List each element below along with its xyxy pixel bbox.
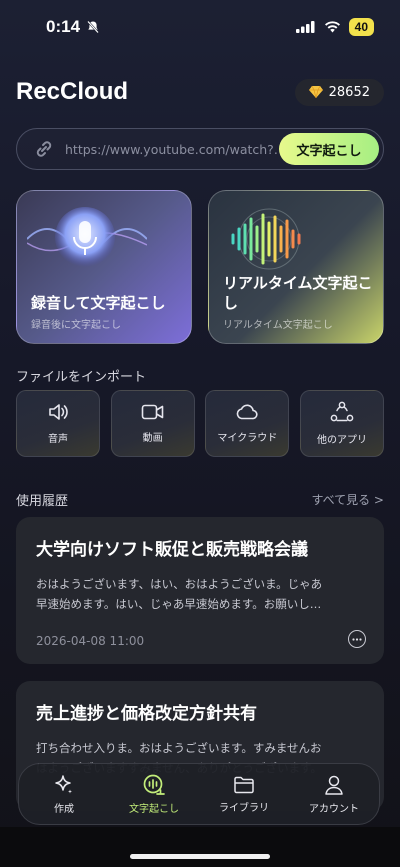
import-label: 他のアプリ — [316, 435, 367, 446]
import-audio-button[interactable]: 音声 — [16, 390, 100, 457]
import-label: 音声 — [48, 434, 68, 445]
import-label: マイクラウド — [217, 433, 278, 444]
wifi-icon — [324, 21, 340, 33]
tab-label: 作成 — [54, 803, 74, 815]
card-subtitle: リアルタイム文字起こし — [223, 320, 333, 331]
tab-account[interactable]: アカウント — [294, 774, 374, 815]
points-badge[interactable]: 28652 — [294, 78, 384, 106]
realtime-transcribe-card[interactable]: リアルタイム文字起こし リアルタイム文字起こし — [208, 190, 384, 344]
status-time: 0:14 — [46, 17, 81, 36]
battery-level: 40 — [348, 18, 374, 36]
history-item-title: 大学向けソフト販促と販売戦略会議 — [36, 540, 308, 560]
transcribe-icon — [143, 774, 165, 795]
folder-icon — [234, 776, 254, 793]
tab-transcribe[interactable]: 文字起こし — [114, 774, 194, 815]
tab-label: アカウント — [309, 803, 359, 815]
history-section-title: 使用履歴 — [16, 494, 69, 509]
share-icon — [330, 401, 354, 422]
points-count: 28652 — [328, 84, 370, 100]
home-indicator[interactable] — [130, 854, 270, 859]
url-input-bar[interactable]: https://www.youtube.com/watch?... 文字起こし — [16, 128, 384, 170]
bottom-safe-area — [0, 827, 400, 867]
tab-library[interactable]: ライブラリ — [204, 775, 284, 814]
video-icon — [141, 404, 163, 420]
card-title: 録音して文字起こし — [31, 294, 166, 312]
see-all-link[interactable]: すべて見る > — [311, 491, 384, 508]
app-title: RecCloud — [16, 78, 129, 105]
snippet-line: 打ち合わせ入りま。おはようございます。すみませんお — [36, 741, 322, 755]
tab-bar: 作成 文字起こし ライブラリ アカウント — [18, 763, 380, 825]
tab-create[interactable]: 作成 — [24, 774, 104, 815]
history-item-date: 2026-04-08 11:00 — [36, 634, 145, 648]
bell-muted-icon — [87, 20, 99, 34]
history-header: 使用履歴 すべて見る > — [16, 490, 384, 509]
import-other-apps-button[interactable]: 他のアプリ — [299, 390, 384, 457]
card-title: リアルタイム文字起こし — [223, 274, 373, 312]
ellipsis-icon — [352, 637, 362, 641]
history-item-snippet: おはようございます、はい、おはようございま。じゃあ 早速始めます。はい、じゃあ早… — [36, 574, 364, 614]
url-input[interactable]: https://www.youtube.com/watch?... — [65, 142, 279, 157]
status-bar: 0:14 40 — [0, 0, 400, 54]
import-cloud-button[interactable]: マイクラウド — [205, 390, 290, 457]
link-icon — [36, 141, 52, 157]
history-item-title: 売上進捗と価格改定方針共有 — [36, 704, 257, 724]
import-options: 音声 動画 マイクラウド 他のアプリ — [16, 390, 384, 457]
snippet-line: おはようございます、はい、おはようございま。じゃあ — [36, 577, 323, 591]
import-video-button[interactable]: 動画 — [110, 390, 195, 457]
diamond-icon — [308, 86, 323, 98]
speaker-icon — [49, 404, 68, 420]
header: RecCloud 28652 — [16, 76, 384, 108]
cloud-icon — [236, 404, 258, 420]
sparkle-icon — [55, 774, 72, 793]
waveform-icon — [231, 208, 301, 270]
import-section-title: ファイルをインポート — [16, 370, 147, 385]
person-icon — [325, 775, 343, 795]
tab-label: ライブラリ — [219, 802, 269, 814]
snippet-line: 早速始めます。はい、じゃあ早速始めます。お願いし… — [36, 597, 322, 611]
more-options-button[interactable] — [348, 630, 366, 648]
card-subtitle: 録音後に文字起こし — [31, 320, 121, 331]
history-item[interactable]: 大学向けソフト販促と販売戦略会議 おはようございます、はい、おはようございま。じ… — [16, 517, 384, 664]
cellular-signal-icon — [295, 21, 315, 33]
transcribe-url-button[interactable]: 文字起こし — [279, 133, 379, 165]
record-transcribe-card[interactable]: 録音して文字起こし 録音後に文字起こし — [16, 190, 192, 344]
import-label: 動画 — [142, 433, 163, 444]
tab-label: 文字起こし — [129, 803, 179, 815]
microphone-orb-icon — [27, 207, 147, 267]
